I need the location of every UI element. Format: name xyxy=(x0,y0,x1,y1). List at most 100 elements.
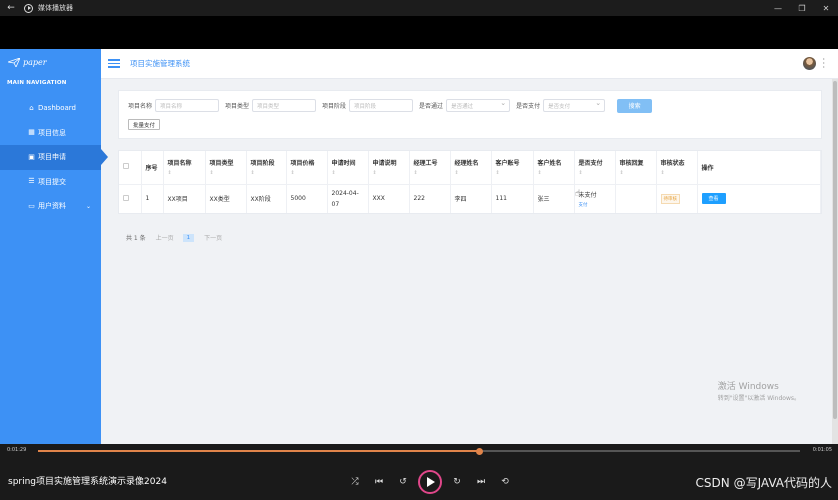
col-header[interactable]: 客户账号 ⇕ xyxy=(491,151,534,185)
data-table: 序号 项目名称 ⇕ 项目类型 ⇕ 项目阶段 ⇕ 项目价格 ⇕ 申请时间 ⇕ 申请说明 ⇕ 经… xyxy=(118,150,822,214)
card-icon: ▭ xyxy=(28,201,35,210)
windows-activation-watermark: 激活 Windows 转到"设置"以激活 Windows。 xyxy=(717,382,800,402)
skip-previous-icon[interactable]: ⏮ xyxy=(367,477,391,487)
chevron-down-icon: ⌄ xyxy=(85,202,91,210)
col-header[interactable]: 项目价格 ⇕ xyxy=(286,151,328,185)
pay-link[interactable]: 支付 xyxy=(579,202,615,208)
system-title: 项目实施管理系统 xyxy=(130,59,190,68)
cell-client-account: 111 xyxy=(491,184,534,213)
media-player-app-icon xyxy=(24,3,33,13)
col-header[interactable]: 是否支付 ⇕ xyxy=(574,151,616,185)
row-checkbox[interactable] xyxy=(123,194,129,201)
main-content: 项目名称 项目名称 项目类型 项目类型 项目阶段 项目阶段 是否通过 是否通过 … xyxy=(118,90,822,242)
cell-manager-id: 222 xyxy=(409,184,451,213)
sidebar-item-label: 项目提交 xyxy=(38,177,66,186)
col-header[interactable]: 项目名称 ⇕ xyxy=(163,151,206,185)
close-icon[interactable]: ✕ xyxy=(814,4,838,13)
pagination: 共 1 条 上一页 1 下一页 xyxy=(126,233,222,242)
passed-select[interactable]: 是否通过 xyxy=(446,99,511,112)
play-button[interactable] xyxy=(418,470,442,494)
page-scrollbar[interactable] xyxy=(832,79,838,444)
paid-status-text: 未支付 xyxy=(578,191,597,199)
col-header[interactable]: 项目类型 ⇕ xyxy=(205,151,247,185)
sidebar-item-project-info[interactable]: ▦ 项目信息 xyxy=(0,121,101,146)
view-button[interactable]: 查看 xyxy=(701,193,726,205)
table-row[interactable]: 1 XX项目 XX类型 XX阶段 5000 2024-04-07 XXX 222… xyxy=(119,184,821,213)
hand-cursor-icon: ☝ xyxy=(575,189,581,199)
timeline[interactable]: 0:01:29 0:01:05 xyxy=(0,444,838,458)
col-header[interactable]: 申请说明 ⇕ xyxy=(368,151,410,185)
col-header: 操作 xyxy=(697,151,821,185)
hamburger-menu-icon[interactable] xyxy=(108,57,120,70)
sort-icon: ⇕ xyxy=(290,170,295,177)
col-header[interactable]: 审核状态 ⇕ xyxy=(656,151,698,185)
web-app-frame: paper MAIN NAVIGATION ⌂ Dashboard ▦ 项目信息… xyxy=(0,49,838,444)
player-controls: 0:01:29 0:01:05 spring项目实施管理系统演示录像2024 ⤮… xyxy=(0,444,838,500)
batch-pay-button[interactable]: 批量支付 xyxy=(128,119,161,130)
cell-action: 查看 xyxy=(697,184,821,213)
rewind-10-icon[interactable]: ↺ xyxy=(391,477,415,487)
paper-plane-icon xyxy=(8,57,20,67)
col-header[interactable]: 项目阶段 ⇕ xyxy=(246,151,287,185)
col-header[interactable]: 申请时间 ⇕ xyxy=(327,151,369,185)
repeat-icon[interactable]: ⟲ xyxy=(493,477,517,487)
avatar[interactable] xyxy=(803,57,816,70)
project-name-input[interactable]: 项目名称 xyxy=(155,99,220,112)
back-arrow-icon[interactable]: ← xyxy=(0,3,22,13)
more-vertical-icon[interactable]: · · · xyxy=(822,56,825,72)
sort-icon: ⇕ xyxy=(167,170,172,177)
video-viewport[interactable]: paper MAIN NAVIGATION ⌂ Dashboard ▦ 项目信息… xyxy=(0,16,838,444)
search-panel: 项目名称 项目名称 项目类型 项目类型 项目阶段 项目阶段 是否通过 是否通过 … xyxy=(118,90,822,139)
type-label: 项目类型 xyxy=(225,103,250,110)
playback-controls: ⤮ ⏮ ↺ ↻ ⏭ ⟲ xyxy=(343,470,517,494)
time-elapsed: 0:01:29 xyxy=(7,447,27,453)
project-type-input[interactable]: 项目类型 xyxy=(252,99,317,112)
cell-stage: XX阶段 xyxy=(246,184,287,213)
sidebar-menu: ⌂ Dashboard ▦ 项目信息 ▣ 项目申请 ☰ 项目提交 ▭ 用户资料 … xyxy=(0,96,108,219)
video-title: spring项目实施管理系统演示录像2024 xyxy=(8,477,167,487)
csdn-watermark: CSDN @写JAVA代码的人 xyxy=(695,476,832,490)
cell-manager-name: 李四 xyxy=(450,184,492,213)
home-icon: ⌂ xyxy=(29,103,34,112)
shuffle-icon[interactable]: ⤮ xyxy=(343,477,367,487)
time-remaining: 0:01:05 xyxy=(812,447,832,453)
forward-30-icon[interactable]: ↻ xyxy=(445,477,469,487)
sidebar-item-label: 用户资料 xyxy=(38,202,66,211)
pager-total: 共 1 条 xyxy=(126,235,146,242)
search-button[interactable]: 搜索 xyxy=(617,98,653,113)
top-header: 项目实施管理系统 · · · xyxy=(101,49,838,79)
name-label: 项目名称 xyxy=(128,103,153,110)
sort-icon: ⇕ xyxy=(454,170,459,177)
restore-icon[interactable]: ❐ xyxy=(790,4,814,13)
sidebar-item-user-profile[interactable]: ▭ 用户资料 ⌄ xyxy=(0,194,101,219)
pager-prev[interactable]: 上一页 xyxy=(156,233,174,242)
cell-index: 1 xyxy=(141,184,164,213)
seek-handle[interactable] xyxy=(476,447,484,455)
skip-next-icon[interactable]: ⏭ xyxy=(469,477,493,487)
pager-next[interactable]: 下一页 xyxy=(204,233,222,242)
col-header[interactable]: 经理姓名 ⇕ xyxy=(450,151,492,185)
project-stage-input[interactable]: 项目阶段 xyxy=(349,99,414,112)
select-all-cell[interactable] xyxy=(119,151,142,185)
list-icon: ☰ xyxy=(28,177,35,186)
sort-icon: ⇕ xyxy=(578,170,583,177)
col-header[interactable]: 经理工号 ⇕ xyxy=(409,151,451,185)
logo-text: paper xyxy=(23,57,47,67)
pager-current-page[interactable]: 1 xyxy=(182,233,195,242)
sort-icon: ⇕ xyxy=(413,170,418,177)
sidebar-item-project-apply[interactable]: ▣ 项目申请 xyxy=(0,145,108,170)
paid-select[interactable]: 是否支付 xyxy=(543,99,606,112)
cell-type: XX类型 xyxy=(205,184,247,213)
sort-icon: ⇕ xyxy=(331,170,336,177)
col-header[interactable]: 客户姓名 ⇕ xyxy=(533,151,575,185)
cell-client-name: 张三 xyxy=(533,184,575,213)
sort-icon: ⇕ xyxy=(495,170,500,177)
sidebar-item-label: Dashboard xyxy=(38,104,76,113)
seek-bar[interactable] xyxy=(38,447,800,455)
select-all-checkbox[interactable] xyxy=(123,163,129,170)
minimize-icon[interactable]: — xyxy=(766,4,790,13)
col-header[interactable]: 审核回复 ⇕ xyxy=(615,151,657,185)
sidebar-item-project-submit[interactable]: ☰ 项目提交 xyxy=(0,170,101,195)
grid-icon: ▦ xyxy=(28,128,35,137)
sidebar-item-dashboard[interactable]: ⌂ Dashboard xyxy=(0,96,101,121)
